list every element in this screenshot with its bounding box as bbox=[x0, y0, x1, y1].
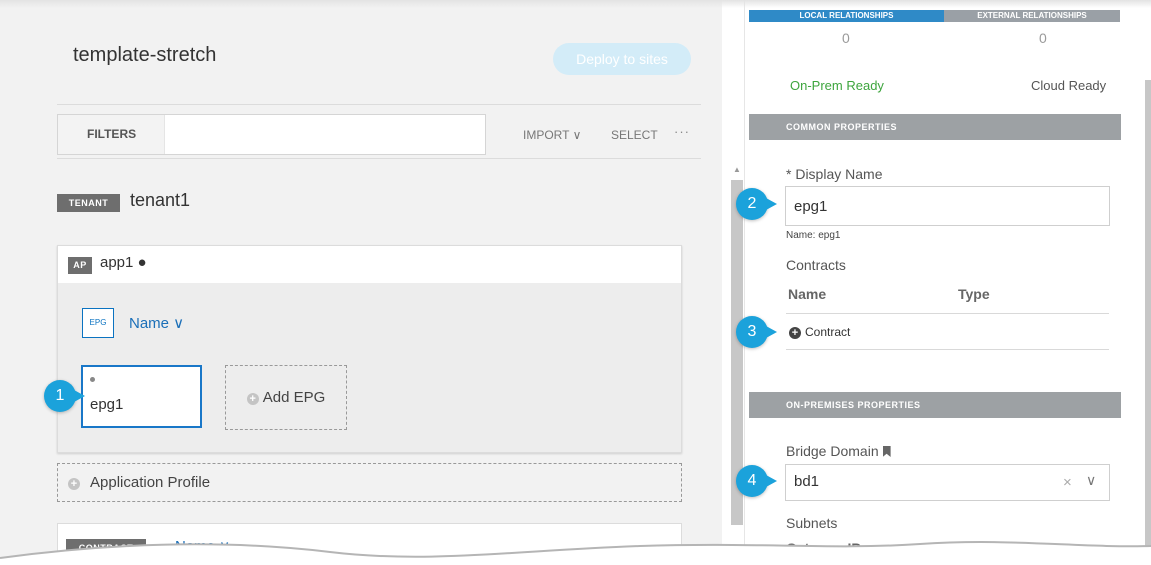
deploy-to-sites-button[interactable]: Deploy to sites bbox=[553, 43, 691, 75]
bookmark-icon bbox=[882, 446, 891, 457]
plus-circle-icon: + bbox=[68, 478, 80, 490]
bridge-domain-value: bd1 bbox=[794, 473, 820, 490]
divider bbox=[786, 349, 1109, 350]
cloud-ready-status: Cloud Ready bbox=[1031, 78, 1107, 93]
ap-badge: AP bbox=[68, 257, 92, 274]
properties-panel: LOCAL RELATIONSHIPS EXTERNAL RELATIONSHI… bbox=[744, 0, 1151, 565]
callout-badge: 3 bbox=[736, 316, 777, 348]
template-editor-panel: template-stretch Deploy to sites FILTERS… bbox=[0, 0, 722, 565]
application-profile-card: AP app1 ● EPG Name ∨ epg1 + Add EPG bbox=[57, 245, 682, 453]
contracts-column-type: Type bbox=[958, 286, 990, 302]
properties-scrollbar[interactable] bbox=[1145, 80, 1151, 565]
contracts-column-name: Name bbox=[788, 286, 827, 302]
template-title: template-stretch bbox=[73, 44, 217, 66]
clear-icon[interactable]: × bbox=[1063, 474, 1072, 491]
add-epg-button[interactable]: + Add EPG bbox=[225, 365, 347, 430]
application-profile-label: Application Profile bbox=[90, 474, 211, 491]
epg-sort-dropdown[interactable]: Name ∨ bbox=[129, 314, 184, 332]
bridge-domain-select[interactable]: bd1 × ∨ bbox=[785, 464, 1110, 501]
filters-input[interactable] bbox=[166, 115, 484, 154]
callout-badge: 2 bbox=[736, 188, 777, 220]
ap-name: app1 ● bbox=[100, 254, 147, 271]
import-dropdown[interactable]: IMPORT ∨ bbox=[523, 128, 581, 142]
epg-card[interactable]: epg1 bbox=[81, 365, 202, 428]
divider bbox=[57, 104, 701, 105]
status-dot-icon bbox=[90, 377, 95, 382]
tenant-name: tenant1 bbox=[130, 190, 191, 210]
torn-edge-decoration bbox=[0, 541, 1151, 565]
callout-badge: 4 bbox=[736, 465, 777, 497]
tab-external-relationships[interactable]: EXTERNAL RELATIONSHIPS bbox=[944, 10, 1120, 22]
add-contract-label: Contract bbox=[805, 325, 851, 339]
top-shadow bbox=[0, 0, 1151, 8]
on-prem-ready-status: On-Prem Ready bbox=[790, 78, 884, 93]
plus-circle-icon: + bbox=[246, 393, 259, 405]
add-application-profile-button[interactable]: + Application Profile bbox=[57, 463, 682, 502]
bridge-domain-label: Bridge Domain bbox=[786, 443, 891, 459]
filter-bar: FILTERS bbox=[57, 114, 486, 155]
divider bbox=[786, 313, 1109, 314]
display-name-label: * Display Name bbox=[786, 166, 883, 182]
display-name-input[interactable] bbox=[785, 186, 1110, 226]
epg-name: epg1 bbox=[90, 396, 124, 413]
plus-circle-icon: + bbox=[789, 327, 801, 339]
epg-badge: EPG bbox=[82, 308, 114, 338]
local-relationships-count: 0 bbox=[842, 30, 850, 46]
tenant-badge: TENANT bbox=[57, 194, 120, 212]
callout-badge: 1 bbox=[44, 380, 85, 412]
add-contract-button[interactable]: + Contract bbox=[789, 325, 850, 339]
name-note: Name: epg1 bbox=[786, 230, 841, 241]
on-premises-properties-header: ON-PREMISES PROPERTIES bbox=[749, 392, 1121, 418]
common-properties-header: COMMON PROPERTIES bbox=[749, 114, 1121, 140]
application-profile-header[interactable]: AP app1 ● bbox=[58, 246, 681, 283]
divider bbox=[57, 158, 701, 159]
select-button[interactable]: SELECT bbox=[611, 128, 658, 142]
filters-label: FILTERS bbox=[58, 115, 165, 154]
tab-local-relationships[interactable]: LOCAL RELATIONSHIPS bbox=[749, 10, 944, 22]
add-epg-label: Add EPG bbox=[262, 389, 326, 406]
chevron-down-icon[interactable]: ∨ bbox=[1086, 472, 1096, 489]
external-relationships-count: 0 bbox=[1039, 30, 1047, 46]
bridge-domain-text: Bridge Domain bbox=[786, 443, 879, 459]
more-options-icon[interactable]: ··· bbox=[674, 124, 690, 139]
scroll-up-icon[interactable]: ▲ bbox=[733, 165, 741, 174]
contracts-label: Contracts bbox=[786, 257, 846, 273]
